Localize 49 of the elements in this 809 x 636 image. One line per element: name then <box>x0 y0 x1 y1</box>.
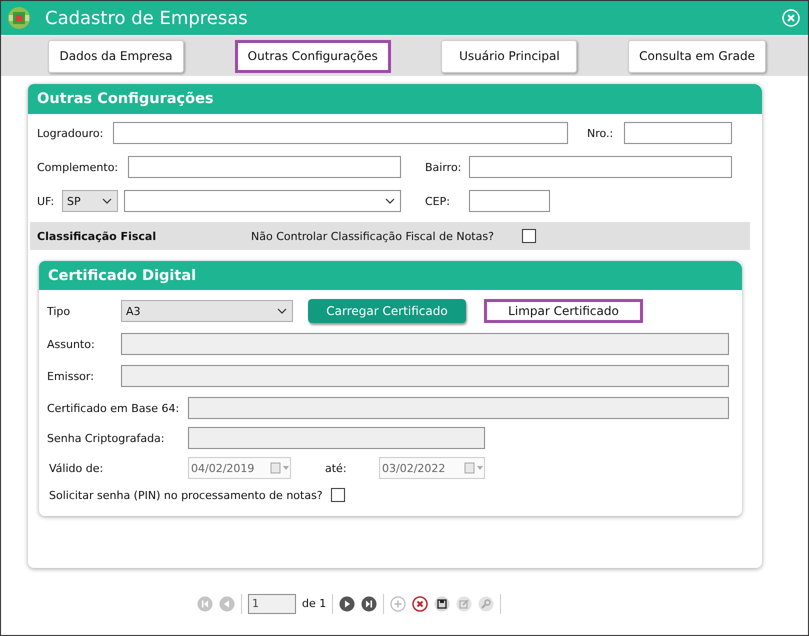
field-label: Senha Criptografada: <box>47 432 166 444</box>
state-dropdown[interactable]: SP <box>62 190 118 212</box>
field-label: Emissor: <box>47 370 95 382</box>
input-field[interactable] <box>469 156 732 178</box>
delete-icon[interactable] <box>412 596 428 612</box>
next-page-icon[interactable] <box>339 596 356 612</box>
field-label: Válido de: <box>48 462 104 474</box>
last-page-icon[interactable] <box>361 596 378 612</box>
page-count: de 1 <box>302 597 326 610</box>
field-label: Tipo <box>47 304 72 318</box>
app-logo-icon <box>7 6 31 30</box>
field-label: Logradouro: <box>37 126 104 140</box>
band-title: Classificação Fiscal <box>37 230 158 242</box>
input-field[interactable] <box>113 122 568 144</box>
checkbox[interactable] <box>330 488 345 502</box>
field-label: Certificado em Base 64: <box>47 402 180 414</box>
field-label: UF: <box>37 194 56 208</box>
input-field[interactable] <box>121 365 729 387</box>
input-field[interactable] <box>469 190 550 212</box>
input-field[interactable] <box>188 427 485 449</box>
input-field[interactable] <box>121 333 729 355</box>
section-header: Certificado Digital <box>39 261 742 290</box>
action-button[interactable]: Limpar Certificado <box>484 299 643 323</box>
caret-icon <box>277 308 287 314</box>
tab[interactable]: Outras Configurações <box>234 40 391 72</box>
field-label: Nro.: <box>587 126 614 140</box>
field-label: Bairro: <box>425 160 462 174</box>
checkbox[interactable] <box>522 229 536 243</box>
caret-icon <box>102 198 112 204</box>
checkbox-label: Não Controlar Classificação Fiscal de Notas? <box>251 230 495 242</box>
close-icon[interactable] <box>782 9 800 27</box>
caret-icon <box>385 198 395 204</box>
field-label: Assunto: <box>47 338 96 350</box>
save-icon[interactable] <box>434 596 450 612</box>
page-number-field[interactable]: 1 <box>248 594 296 614</box>
field-label: CEP: <box>425 194 451 208</box>
input-field[interactable] <box>188 397 729 419</box>
field-label: até: <box>325 462 348 474</box>
tab[interactable]: Consulta em Grade <box>628 40 766 72</box>
tab[interactable]: Dados da Empresa <box>48 40 184 72</box>
city-dropdown[interactable] <box>124 190 401 212</box>
input-field[interactable] <box>624 122 732 144</box>
checkbox-label: Solicitar senha (PIN) no processamento de notas? <box>48 488 323 502</box>
field-label: Complemento: <box>37 160 120 174</box>
window-title: Cadastro de Empresas <box>45 8 249 28</box>
tab[interactable]: Usuário Principal <box>441 40 578 72</box>
type-dropdown[interactable]: A3 <box>121 300 293 322</box>
input-field[interactable] <box>128 156 401 178</box>
section-header: Outras Configurações <box>28 84 762 114</box>
